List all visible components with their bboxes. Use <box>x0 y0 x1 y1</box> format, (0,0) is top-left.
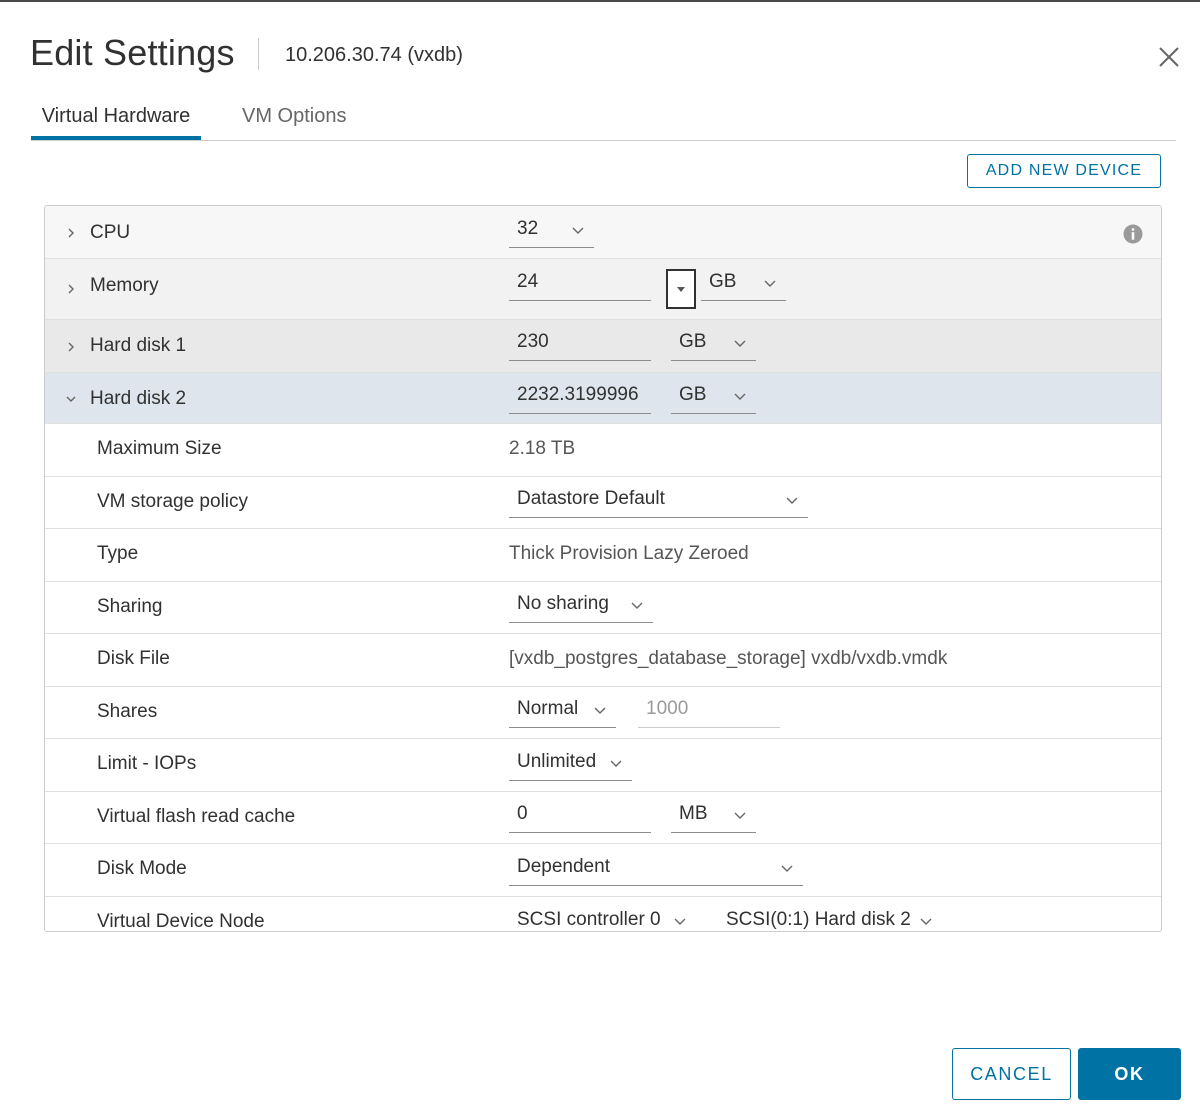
chevron-down-icon <box>631 602 643 609</box>
flash-cache-value: 0 <box>517 803 528 824</box>
cpu-select[interactable]: 32 <box>509 218 594 248</box>
flash-cache-label: Virtual flash read cache <box>97 806 296 827</box>
close-icon[interactable] <box>1156 44 1182 70</box>
chevron-down-icon <box>594 707 606 714</box>
storage-policy-select[interactable]: Datastore Default <box>509 488 808 518</box>
storage-policy-label: VM storage policy <box>97 491 249 512</box>
device-node-label: Virtual Device Node <box>97 911 265 932</box>
chevron-right-icon[interactable] <box>65 227 77 239</box>
memory-input[interactable]: 24 <box>509 271 651 301</box>
chevron-right-icon[interactable] <box>65 341 77 353</box>
tab-vm-options[interactable]: VM Options <box>242 102 346 138</box>
limit-iops-label: Limit - IOPs <box>97 753 197 774</box>
device-node-value: SCSI(0:1) Hard disk 2 <box>726 909 911 930</box>
shares-value: Normal <box>517 698 579 719</box>
ok-button[interactable]: OK <box>1078 1048 1181 1100</box>
chevron-down-icon <box>764 280 776 287</box>
device-node-controller: SCSI controller 0 <box>517 909 661 930</box>
memory-unit-select[interactable]: GB <box>701 271 786 301</box>
disk-mode-label: Disk Mode <box>97 858 187 879</box>
sharing-label: Sharing <box>97 596 163 617</box>
device-node-controller-select[interactable]: SCSI controller 0 <box>509 909 689 931</box>
detail-row-shares: Shares Normal 1000 <box>45 687 1161 739</box>
flash-cache-unit: MB <box>679 803 708 824</box>
disk-mode-value: Dependent <box>517 856 610 877</box>
hard-disk-1-value: 230 <box>517 331 549 352</box>
shares-select[interactable]: Normal <box>509 698 616 728</box>
detail-row-flash-cache: Virtual flash read cache 0 MB <box>45 792 1161 844</box>
cpu-label: CPU <box>90 222 131 243</box>
dialog-title: Edit Settings <box>30 32 235 73</box>
hard-disk-2-unit: GB <box>679 384 707 405</box>
hard-disk-2-size-input[interactable]: 2232.3199996 <box>509 384 651 414</box>
type-label: Type <box>97 543 139 564</box>
detail-row-disk-mode: Disk Mode Dependent <box>45 844 1161 897</box>
sharing-value: No sharing <box>517 593 609 614</box>
tab-virtual-hardware[interactable]: Virtual Hardware <box>31 102 201 140</box>
disk-mode-select[interactable]: Dependent <box>509 856 803 886</box>
memory-unit: GB <box>709 271 737 292</box>
max-size-value: 2.18 TB <box>509 438 576 459</box>
cpu-value: 32 <box>517 218 539 239</box>
sharing-select[interactable]: No sharing <box>509 593 653 623</box>
detail-row-max-size: Maximum Size 2.18 TB <box>45 424 1161 477</box>
detail-row-sharing: Sharing No sharing <box>45 582 1161 634</box>
device-node-select[interactable]: SCSI(0:1) Hard disk 2 <box>718 909 940 931</box>
hard-disk-1-unit: GB <box>679 331 707 352</box>
max-size-label: Maximum Size <box>97 438 222 459</box>
memory-value: 24 <box>517 271 539 292</box>
hardware-row-hard-disk-2: Hard disk 2 2232.3199996 GB <box>45 373 1161 424</box>
chevron-down-icon <box>610 760 622 767</box>
title-divider <box>258 38 259 70</box>
cancel-button[interactable]: CANCEL <box>952 1048 1071 1100</box>
chevron-down-icon <box>734 812 746 819</box>
hardware-row-cpu: CPU 32 <box>45 206 1161 259</box>
detail-row-storage-policy: VM storage policy Datastore Default <box>45 477 1161 529</box>
dialog-subtitle: 10.206.30.74 (vxdb) <box>285 44 463 66</box>
shares-amount: 1000 <box>646 698 689 719</box>
hard-disk-2-unit-select[interactable]: GB <box>671 384 756 414</box>
hard-disk-1-label: Hard disk 1 <box>90 335 187 356</box>
limit-iops-value: Unlimited <box>517 751 597 772</box>
chevron-down-icon[interactable] <box>65 393 77 405</box>
hard-disk-2-label: Hard disk 2 <box>90 388 187 409</box>
type-value: Thick Provision Lazy Zeroed <box>509 543 749 564</box>
chevron-down-icon <box>674 918 686 925</box>
chevron-down-icon <box>781 865 793 872</box>
chevron-down-icon <box>786 497 798 504</box>
shares-amount-input[interactable]: 1000 <box>638 698 780 728</box>
disk-file-value: [vxdb_postgres_database_storage] vxdb/vx… <box>509 648 948 669</box>
add-new-device-button[interactable]: ADD NEW DEVICE <box>967 154 1161 188</box>
chevron-down-icon <box>734 393 746 400</box>
detail-row-limit-iops: Limit - IOPs Unlimited <box>45 739 1161 792</box>
tab-bar: Virtual Hardware VM Options <box>31 102 1176 141</box>
detail-row-device-node: Virtual Device Node SCSI controller 0 SC… <box>45 897 1161 932</box>
limit-iops-select[interactable]: Unlimited <box>509 751 632 781</box>
chevron-right-icon[interactable] <box>65 283 77 295</box>
flash-cache-input[interactable]: 0 <box>509 803 651 833</box>
info-icon[interactable] <box>1123 224 1143 244</box>
detail-row-type: Type Thick Provision Lazy Zeroed <box>45 529 1161 582</box>
memory-label: Memory <box>90 275 159 296</box>
storage-policy-value: Datastore Default <box>517 488 665 509</box>
memory-dropdown-button[interactable] <box>666 269 696 309</box>
chevron-down-icon <box>920 918 932 925</box>
flash-cache-unit-select[interactable]: MB <box>671 803 756 833</box>
hardware-grid: CPU 32 Memory 24 GB Hard disk 1 230 GB H… <box>44 205 1162 932</box>
caret-down-icon <box>677 287 685 292</box>
shares-label: Shares <box>97 701 158 722</box>
detail-row-disk-file: Disk File [vxdb_postgres_database_storag… <box>45 634 1161 687</box>
hard-disk-1-unit-select[interactable]: GB <box>671 331 756 361</box>
chevron-down-icon <box>734 340 746 347</box>
chevron-down-icon <box>572 227 584 234</box>
hardware-row-hard-disk-1: Hard disk 1 230 GB <box>45 320 1161 373</box>
hard-disk-2-value: 2232.3199996 <box>517 384 639 405</box>
hard-disk-1-size-input[interactable]: 230 <box>509 331 651 361</box>
disk-file-label: Disk File <box>97 648 170 669</box>
hardware-row-memory: Memory 24 GB <box>45 259 1161 320</box>
